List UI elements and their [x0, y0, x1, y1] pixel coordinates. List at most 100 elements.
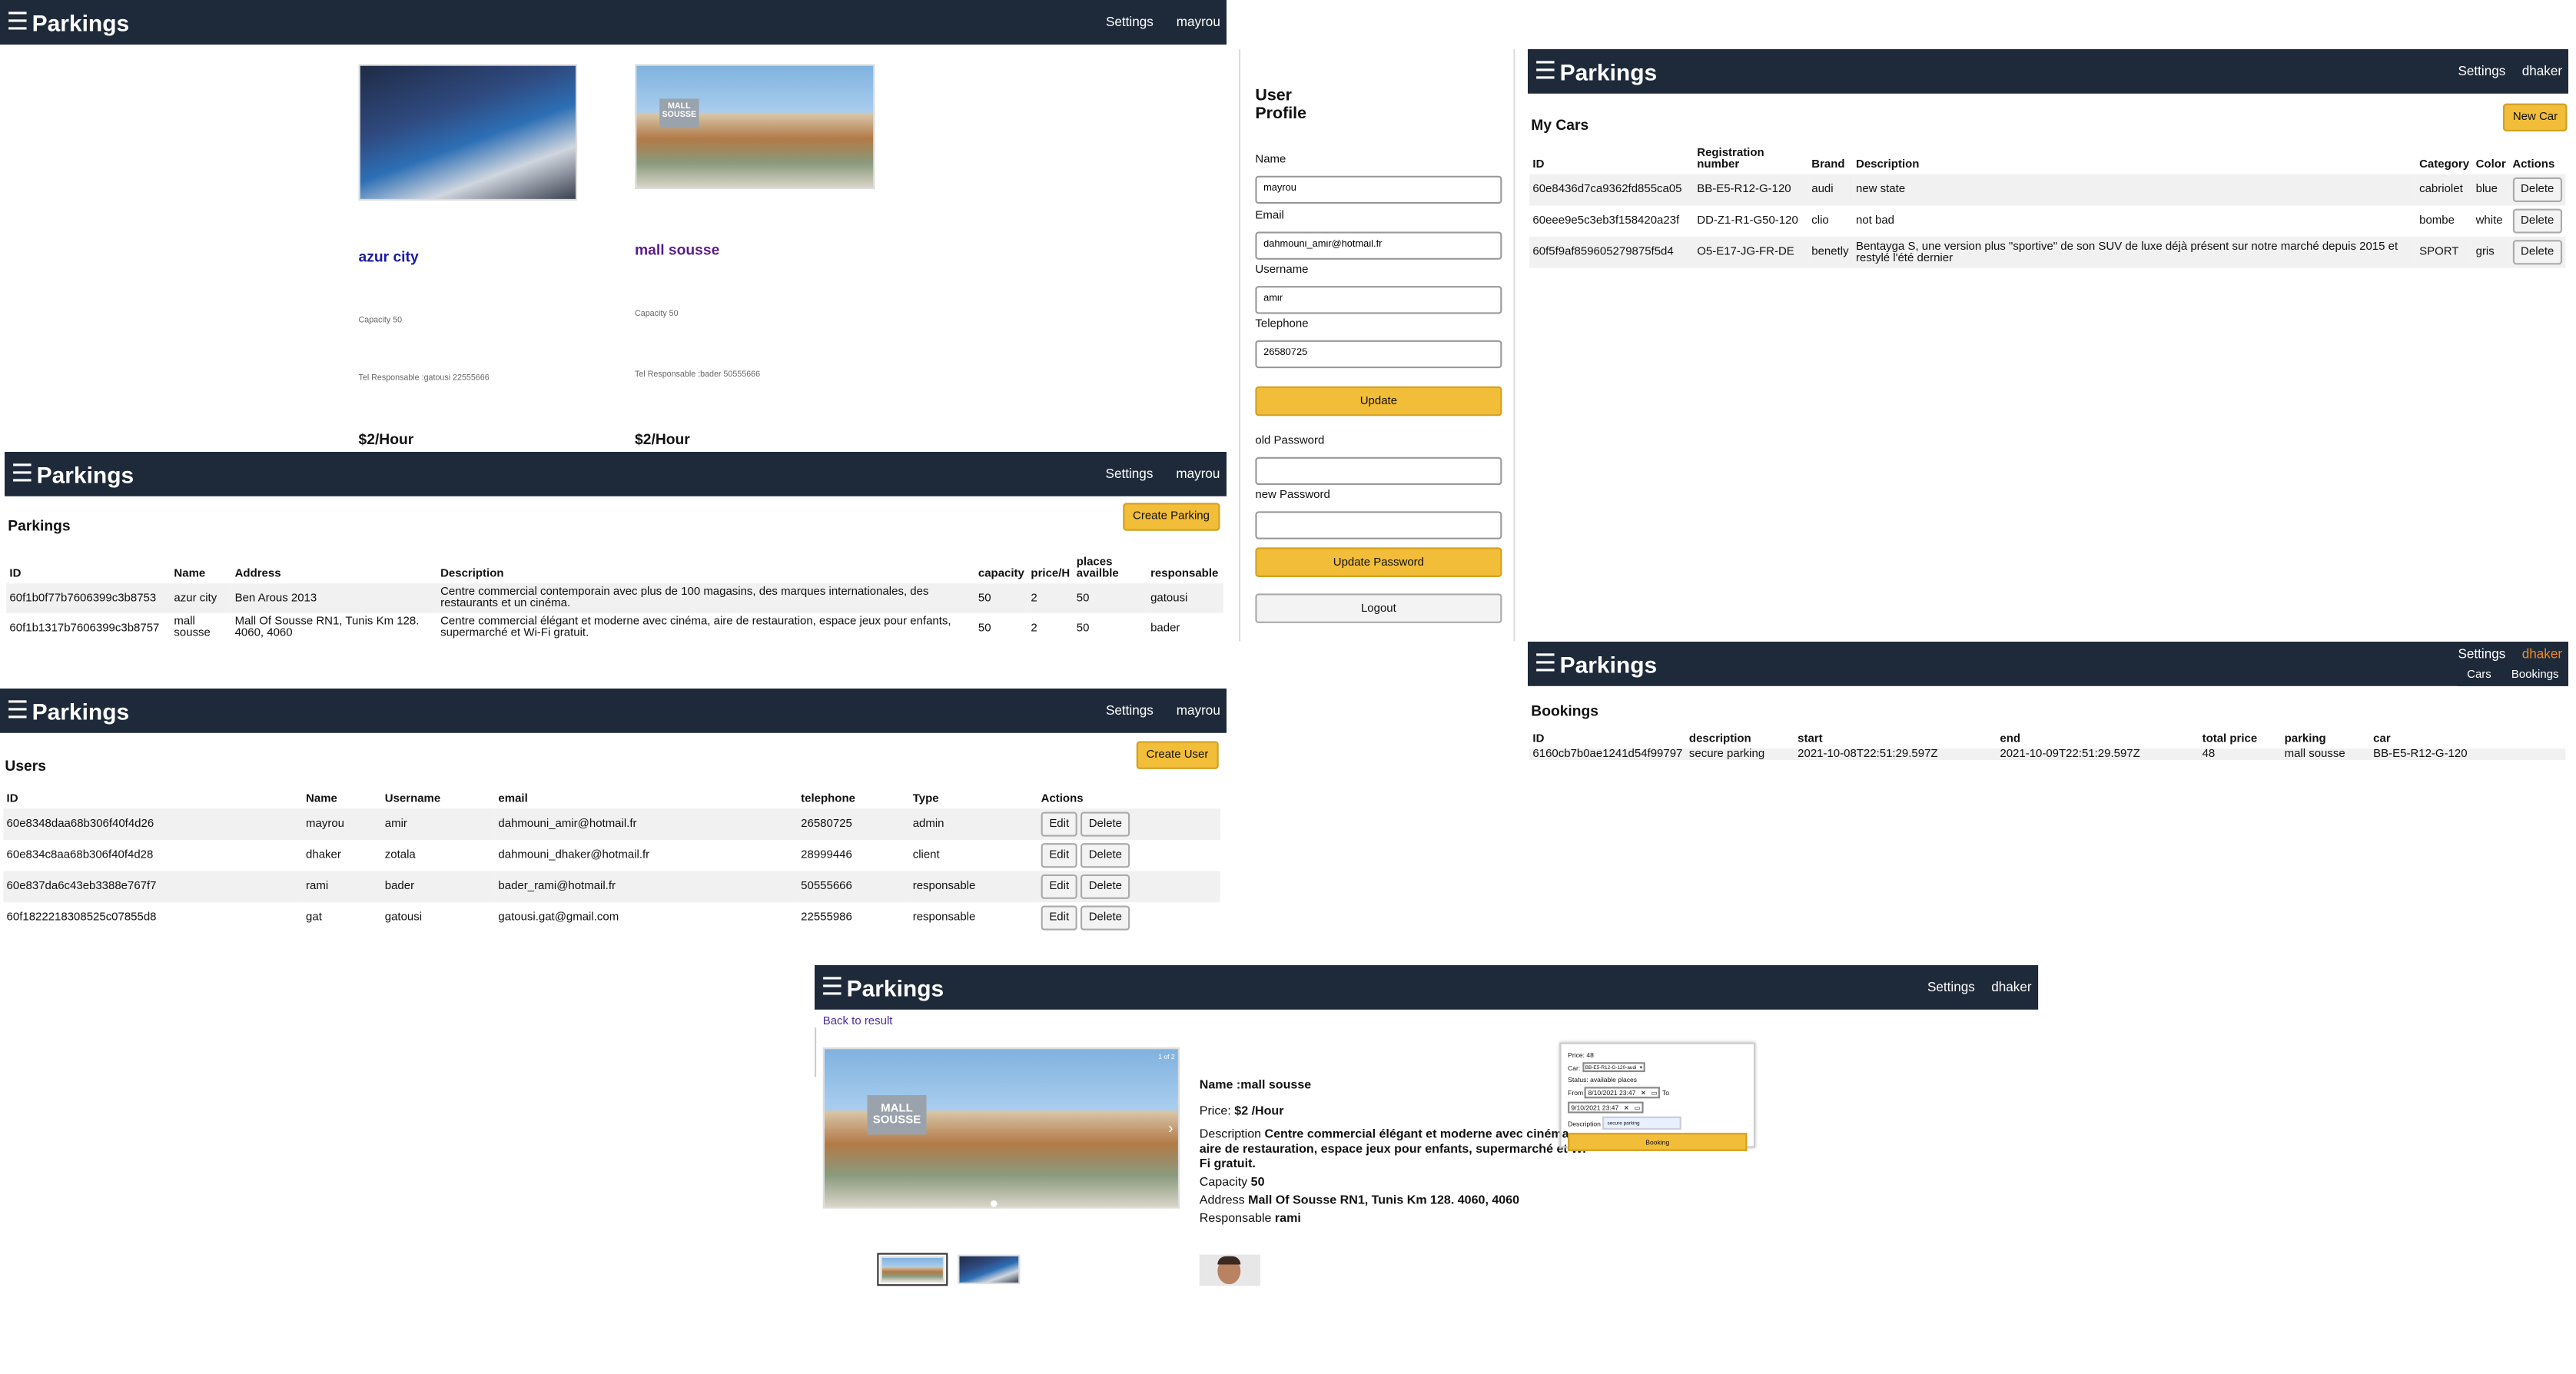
thumbnail[interactable] [958, 1254, 1021, 1285]
hamburger-icon[interactable]: ☰ [1535, 59, 1557, 84]
edit-button[interactable]: Edit [1041, 843, 1077, 868]
update-button[interactable]: Update [1255, 386, 1502, 417]
chevron-right-icon[interactable]: › [1168, 1120, 1173, 1136]
col-header: Username [384, 793, 441, 805]
table-row[interactable]: 60e837da6c43eb3388e767f7 rami bader bade… [3, 871, 1220, 903]
to-datetime-input[interactable]: 9/10/2021 23:47 ✕ ▭ [1568, 1101, 1644, 1113]
edit-button[interactable]: Edit [1041, 811, 1077, 837]
calendar-icon[interactable]: ▭ [1651, 1089, 1657, 1097]
user-menu[interactable]: mayrou [1177, 703, 1220, 718]
car-select[interactable]: BB-E5-R12-G-120-audi ▾ [1582, 1062, 1646, 1073]
brand-title[interactable]: Parkings [37, 461, 134, 487]
col-header: places availble [1076, 556, 1119, 580]
settings-link[interactable]: Settings [1927, 980, 1975, 994]
parking-name[interactable]: mall sousse [635, 242, 719, 258]
table-row[interactable]: 60f1b0f77b7606399c3b8753 azur city Ben A… [6, 583, 1223, 613]
delete-button[interactable]: Delete [1081, 843, 1130, 868]
delete-button[interactable]: Delete [2512, 240, 2563, 265]
page-title: Parkings [8, 517, 71, 534]
name-field[interactable] [1255, 174, 1502, 204]
cell-actions: Edit Delete [1037, 871, 1220, 903]
edit-button[interactable]: Edit [1041, 905, 1077, 931]
carousel-dot[interactable] [990, 1200, 998, 1207]
settings-link[interactable]: Settings [2458, 64, 2505, 78]
user-menu[interactable]: mayrou [1176, 466, 1220, 481]
description-input[interactable]: secure parking [1602, 1116, 1681, 1130]
table-row[interactable]: 60f5f9af859605279875f5d4 O5-E17-JG-FR-DE… [1529, 236, 2566, 268]
username-field[interactable] [1255, 285, 1502, 314]
logout-button[interactable]: Logout [1255, 593, 1502, 623]
table-row[interactable]: 60e8436d7ca9362fd855ca05 BB-E5-R12-G-120… [1529, 174, 2566, 206]
new-password-field[interactable] [1255, 510, 1502, 539]
update-password-button[interactable]: Update Password [1255, 547, 1502, 577]
parking-price: $2/Hour [358, 430, 414, 448]
hamburger-icon[interactable]: ☰ [822, 975, 844, 1000]
brand-title[interactable]: Parkings [1560, 651, 1658, 677]
settings-link[interactable]: Settings [1106, 15, 1154, 29]
old-password-field[interactable] [1255, 456, 1502, 485]
parking-name[interactable]: azur city [359, 248, 419, 264]
settings-link[interactable]: Settings [1106, 703, 1154, 718]
from-datetime-input[interactable]: 8/10/2021 23:47 ✕ ▭ [1585, 1087, 1661, 1099]
cell-type: admin [909, 808, 1038, 840]
parking-card[interactable]: MALL SOUSSE mall sousse Capacity 50 Tel R… [635, 64, 898, 450]
table-row[interactable]: 60f1b1317b7606399c3b8757 mall sousse Mal… [6, 613, 1223, 643]
email-field[interactable] [1255, 231, 1502, 259]
parking-card[interactable]: azur city Capacity 50 Tel Responsable :g… [358, 64, 589, 450]
user-menu[interactable]: mayrou [1177, 15, 1220, 29]
delete-button[interactable]: Delete [2512, 208, 2563, 234]
dropdown-item-bookings[interactable]: Bookings [2511, 669, 2559, 680]
col-header: total price [2202, 733, 2258, 745]
hamburger-icon[interactable]: ☰ [1535, 652, 1557, 676]
create-parking-button[interactable]: Create Parking [1123, 503, 1220, 531]
col-header: ID [9, 568, 22, 580]
telephone-field[interactable] [1255, 339, 1502, 368]
delete-button[interactable]: Delete [1081, 811, 1130, 837]
hamburger-icon[interactable]: ☰ [7, 10, 29, 35]
cell-name: mayrou [302, 808, 382, 840]
settings-link[interactable]: Settings [1106, 466, 1154, 481]
booking-button[interactable]: Booking [1568, 1133, 1748, 1151]
navbar: ☰ Parkings Settings mayrou [5, 452, 1227, 496]
table-row[interactable]: 60f1822218308525c07855d8 gat gatousi gat… [3, 902, 1220, 934]
table-row[interactable]: 60e8348daa68b306f40f4d26 mayrou amir dah… [3, 808, 1220, 840]
col-header: description [1688, 733, 1751, 745]
edit-button[interactable]: Edit [1041, 874, 1077, 899]
thumbnail[interactable] [877, 1253, 948, 1286]
table-row[interactable]: 60e834c8aa68b306f40f4d28 dhaker zotala d… [3, 840, 1220, 871]
calendar-icon[interactable]: ▭ [1634, 1104, 1640, 1112]
user-menu[interactable]: dhaker [1991, 980, 2031, 994]
table-row[interactable]: 6160cb7b0ae1241d54f99797 secure parking … [1529, 748, 2566, 761]
delete-button[interactable]: Delete [2512, 177, 2563, 203]
brand-title[interactable]: Parkings [1560, 58, 1658, 85]
clear-icon[interactable]: ✕ [1624, 1104, 1629, 1112]
cell-id: 60eee9e5c3eb3f158420a23f [1532, 215, 1680, 227]
user-profile-panel: User Profile Name Email Username Telepho… [1239, 49, 1519, 642]
image-carousel[interactable]: MALL SOUSSE 1 of 2 › [822, 1047, 1180, 1209]
user-menu[interactable]: dhaker [2522, 646, 2562, 661]
hamburger-icon[interactable]: ☰ [12, 462, 34, 486]
hamburger-icon[interactable]: ☰ [7, 699, 29, 723]
brand-title[interactable]: Parkings [32, 9, 130, 35]
create-user-button[interactable]: Create User [1136, 741, 1219, 769]
mall-logo: MALL SOUSSE [867, 1095, 927, 1135]
brand-title[interactable]: Parkings [32, 698, 130, 724]
table-row[interactable]: 60eee9e5c3eb3f158420a23f DD-Z1-R1-G50-12… [1529, 205, 2565, 237]
new-car-button[interactable]: New Car [2503, 103, 2568, 131]
clear-icon[interactable]: ✕ [1641, 1089, 1646, 1097]
delete-button[interactable]: Delete [1081, 874, 1130, 899]
thumbnail-image [880, 1256, 945, 1283]
col-header: Description [1855, 159, 1920, 171]
responsable-label: Responsable [1199, 1210, 1275, 1226]
cell-brand: clio [1811, 215, 1829, 227]
settings-link[interactable]: Settings [2458, 646, 2505, 661]
brand-title[interactable]: Parkings [847, 974, 944, 1001]
cell-price: 2 [1027, 583, 1074, 613]
user-menu[interactable]: dhaker [2522, 64, 2562, 78]
parking-image: MALL SOUSSE [635, 64, 875, 190]
cars-table: ID Registration number Brand Description… [1529, 144, 2566, 268]
delete-button[interactable]: Delete [1081, 905, 1130, 931]
back-link[interactable]: Back to result [823, 1016, 893, 1027]
cell-price: 2 [1031, 622, 1037, 634]
dropdown-item-cars[interactable]: Cars [2467, 669, 2491, 680]
